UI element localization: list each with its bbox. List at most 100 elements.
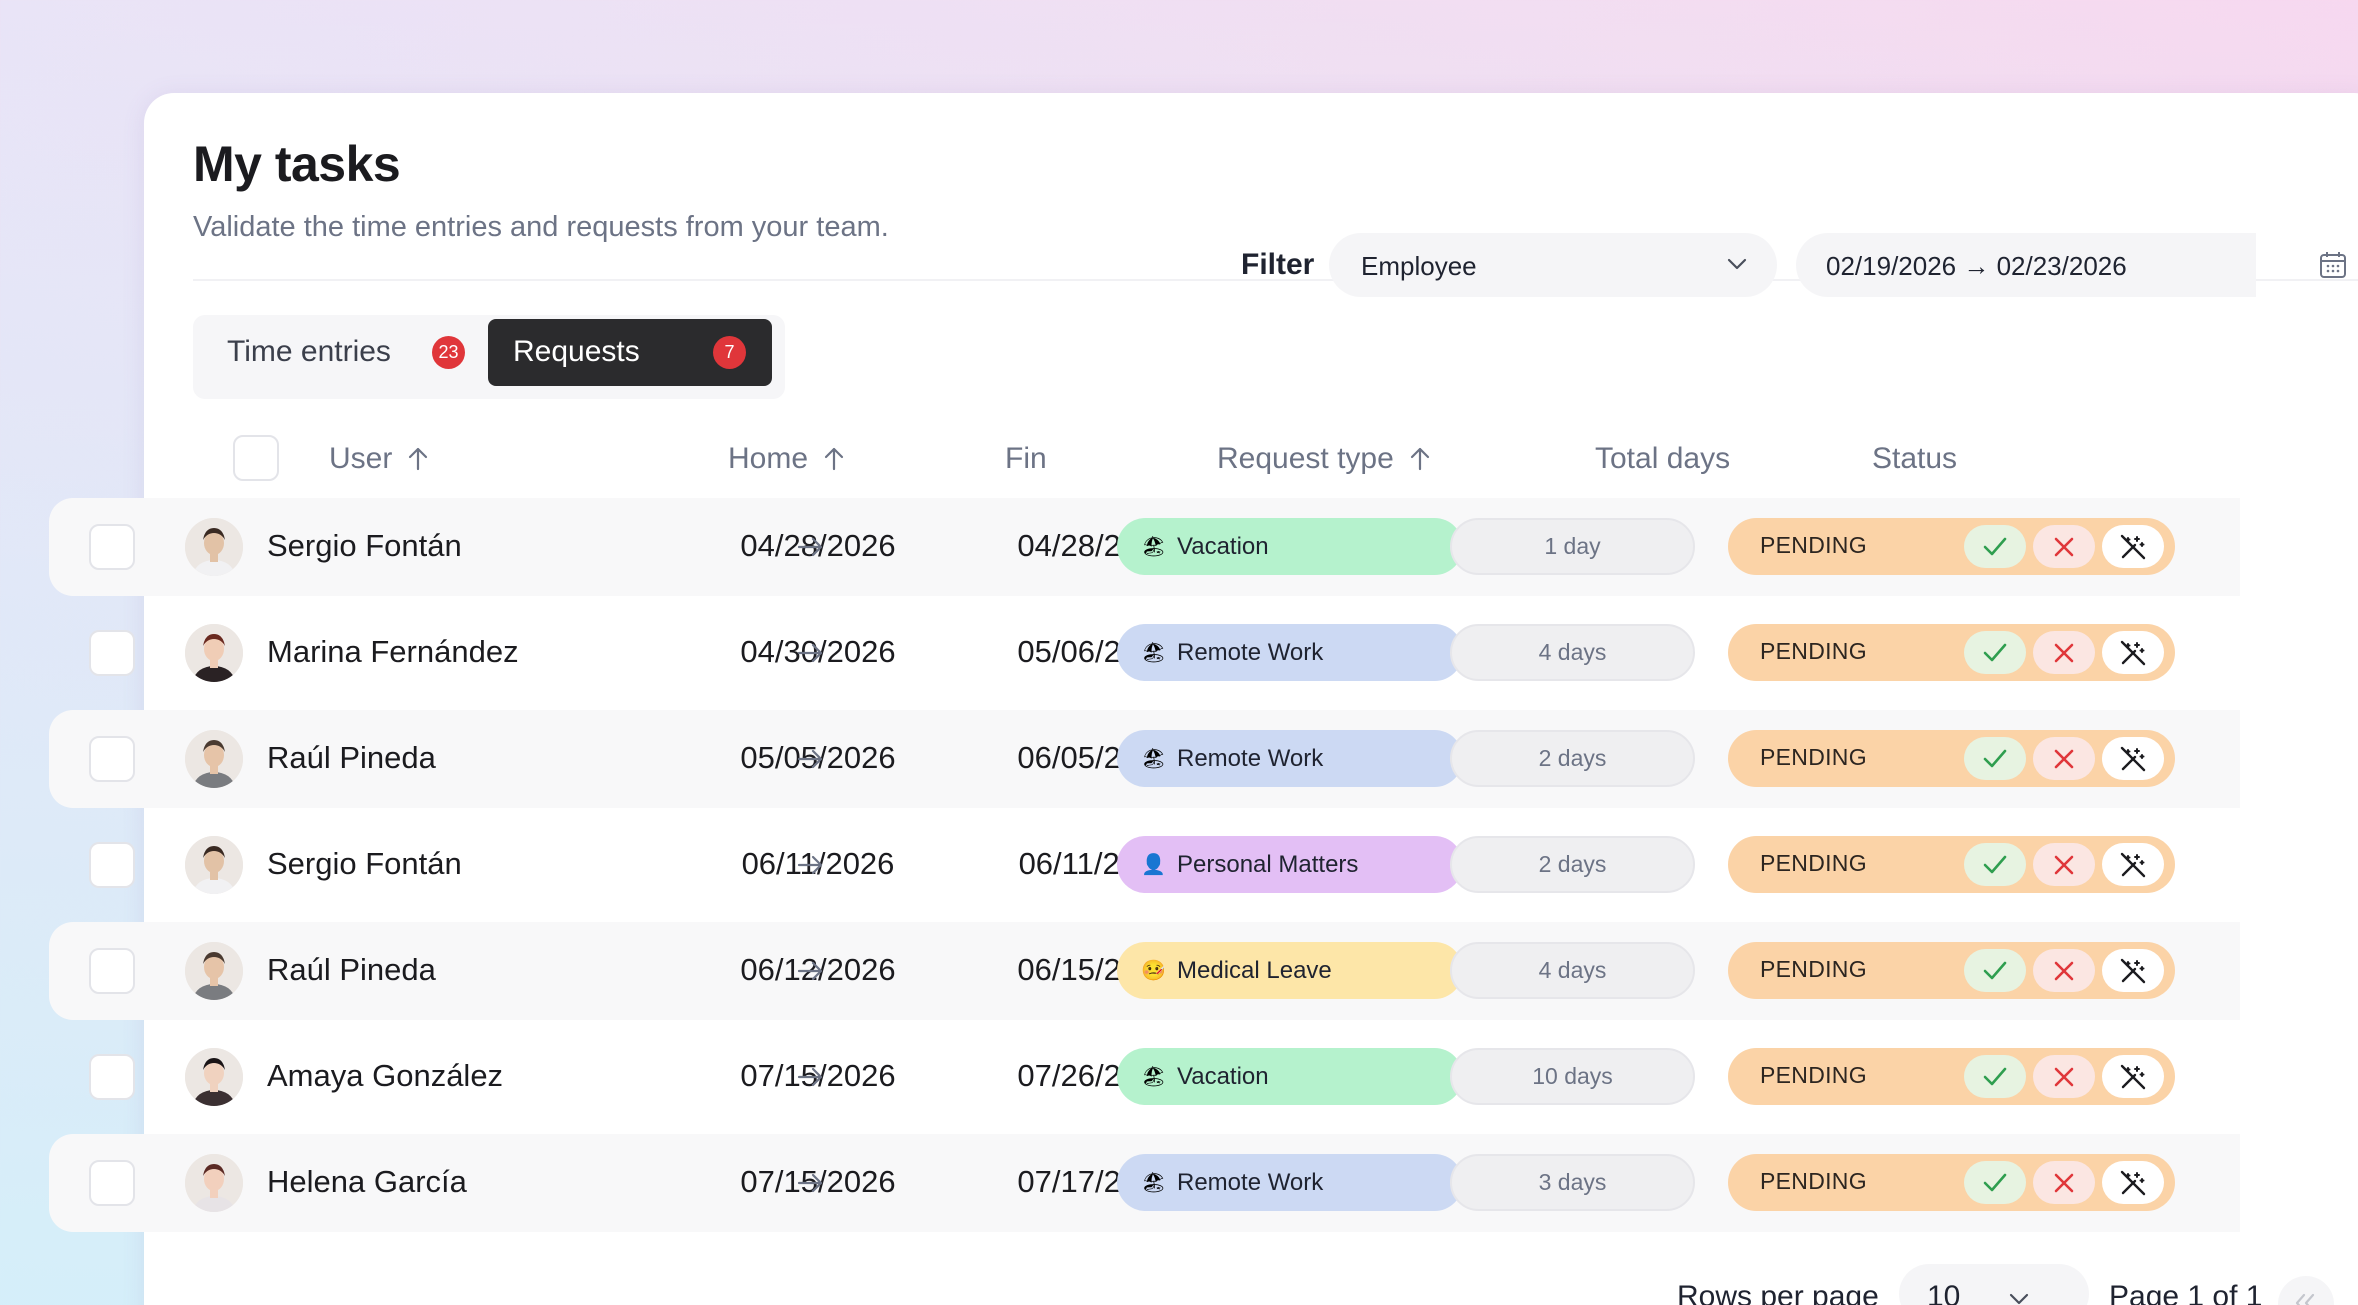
request-type-label: Personal Matters bbox=[1177, 850, 1359, 878]
table-row[interactable]: Marina Fernández 04/30/2026 05/06/2026 🏖 Rem… bbox=[49, 604, 2240, 702]
auto-approve-off-button[interactable] bbox=[2102, 949, 2164, 992]
row-checkbox[interactable] bbox=[89, 1054, 135, 1100]
check-icon bbox=[1983, 1067, 2007, 1086]
magic-wand-off-icon bbox=[2120, 852, 2146, 878]
check-icon bbox=[1983, 643, 2007, 662]
arrow-right-icon-wrap bbox=[795, 956, 825, 986]
request-type-icon: 🏖 bbox=[1141, 1066, 1167, 1088]
date-range-picker[interactable]: 02/19/2026 → 02/23/2026 bbox=[1796, 233, 2256, 297]
column-header-label: Request type bbox=[1217, 442, 1394, 475]
magic-wand-off-icon bbox=[2120, 746, 2146, 772]
status-badge: PENDING bbox=[1728, 730, 2175, 787]
table-row[interactable]: Sergio Fontán 04/28/2026 04/28/2026 🏖 Vacati… bbox=[49, 498, 2240, 596]
column-header-user[interactable]: User bbox=[329, 442, 430, 476]
status-badge: PENDING bbox=[1728, 624, 2175, 681]
arrow-right-icon bbox=[797, 537, 823, 557]
column-header-label: User bbox=[329, 442, 393, 475]
auto-approve-off-button[interactable] bbox=[2102, 1161, 2164, 1204]
column-header-end[interactable]: Fin bbox=[1005, 442, 1047, 476]
tab-label: Requests bbox=[513, 335, 640, 368]
rows-per-page-select[interactable]: 10 bbox=[1899, 1264, 2089, 1305]
request-type-icon: 🤒 bbox=[1141, 960, 1166, 982]
approve-button[interactable] bbox=[1964, 631, 2026, 674]
table-row[interactable]: Amaya González 07/15/2026 07/26/2026 🏖 Vacat… bbox=[49, 1028, 2240, 1126]
check-icon bbox=[1983, 855, 2007, 874]
row-checkbox[interactable] bbox=[89, 524, 135, 570]
total-days-pill: 2 days bbox=[1450, 836, 1695, 893]
row-checkbox[interactable] bbox=[89, 1160, 135, 1206]
auto-approve-off-button[interactable] bbox=[2102, 631, 2164, 674]
column-header-label: Total days bbox=[1595, 442, 1731, 475]
arrow-right-icon-wrap bbox=[795, 638, 825, 668]
arrow-right-icon bbox=[797, 961, 823, 981]
sort-up-icon bbox=[824, 447, 844, 471]
auto-approve-off-button[interactable] bbox=[2102, 525, 2164, 568]
close-icon bbox=[2054, 961, 2074, 981]
approve-button[interactable] bbox=[1964, 843, 2026, 886]
row-checkbox[interactable] bbox=[89, 736, 135, 782]
request-type-pill[interactable]: 🏖 Remote Work bbox=[1117, 624, 1463, 681]
select-all-checkbox[interactable] bbox=[233, 435, 279, 481]
status-text: PENDING bbox=[1760, 1168, 1867, 1194]
close-icon bbox=[2054, 1067, 2074, 1087]
table-row[interactable]: Helena García 07/15/2026 07/17/2026 🏖 Remote… bbox=[49, 1134, 2240, 1232]
reject-button[interactable] bbox=[2033, 737, 2095, 780]
row-checkbox[interactable] bbox=[89, 948, 135, 994]
request-type-label: Medical Leave bbox=[1177, 956, 1332, 984]
tab-time-entries[interactable]: Time entries 23 bbox=[197, 319, 477, 386]
close-icon bbox=[2054, 855, 2074, 875]
table-row[interactable]: Sergio Fontán 06/11/2026 06/11/2026 👤 Person… bbox=[49, 816, 2240, 914]
request-type-pill[interactable]: 🏖 Vacation bbox=[1117, 1048, 1463, 1105]
magic-wand-off-icon bbox=[2120, 1064, 2146, 1090]
request-type-pill[interactable]: 🏖 Vacation bbox=[1117, 518, 1463, 575]
employee-select[interactable]: Employee bbox=[1329, 233, 1777, 297]
reject-button[interactable] bbox=[2033, 631, 2095, 674]
column-header-start[interactable]: Home bbox=[728, 442, 846, 476]
approve-button[interactable] bbox=[1964, 1055, 2026, 1098]
user-name: Sergio Fontán bbox=[267, 846, 462, 881]
page-subtitle: Validate the time entries and requests f… bbox=[193, 211, 889, 243]
check-icon bbox=[1983, 537, 2007, 556]
column-header-label: Status bbox=[1872, 442, 1958, 475]
auto-approve-off-button[interactable] bbox=[2102, 737, 2164, 780]
arrow-right-icon-wrap bbox=[795, 1168, 825, 1198]
calendar-icon[interactable] bbox=[2318, 250, 2348, 280]
reject-button[interactable] bbox=[2033, 1055, 2095, 1098]
status-badge: PENDING bbox=[1728, 942, 2175, 999]
table-row[interactable]: Raúl Pineda 06/12/2026 06/15/2026 🤒 Medical … bbox=[49, 922, 2240, 1020]
column-header-total-days[interactable]: Total days bbox=[1595, 442, 1730, 476]
column-header-request-type[interactable]: Request type bbox=[1217, 442, 1432, 476]
tab-requests[interactable]: Requests 7 bbox=[488, 319, 772, 386]
user-name: Helena García bbox=[267, 1164, 467, 1199]
check-icon bbox=[1983, 1173, 2007, 1192]
page-title: My tasks bbox=[193, 136, 401, 192]
request-type-label: Remote Work bbox=[1177, 638, 1324, 666]
auto-approve-off-button[interactable] bbox=[2102, 1055, 2164, 1098]
chevron-down-icon bbox=[2009, 1293, 2029, 1305]
table-row[interactable]: Raúl Pineda 05/05/2026 06/05/2026 🏖 Remote W… bbox=[49, 710, 2240, 808]
status-text: PENDING bbox=[1760, 638, 1867, 664]
row-checkbox[interactable] bbox=[89, 630, 135, 676]
reject-button[interactable] bbox=[2033, 949, 2095, 992]
row-checkbox[interactable] bbox=[89, 842, 135, 888]
request-type-pill[interactable]: 🏖 Remote Work bbox=[1117, 730, 1463, 787]
reject-button[interactable] bbox=[2033, 525, 2095, 568]
employee-select-value: Employee bbox=[1361, 251, 1477, 281]
total-days-pill: 4 days bbox=[1450, 942, 1695, 999]
request-type-pill[interactable]: 🏖 Remote Work bbox=[1117, 1154, 1463, 1211]
approve-button[interactable] bbox=[1964, 737, 2026, 780]
arrow-right-icon bbox=[797, 1067, 823, 1087]
approve-button[interactable] bbox=[1964, 525, 2026, 568]
tab-label: Time entries bbox=[227, 335, 391, 368]
request-type-pill[interactable]: 👤 Personal Matters bbox=[1117, 836, 1463, 893]
reject-button[interactable] bbox=[2033, 1161, 2095, 1204]
total-days-pill: 3 days bbox=[1450, 1154, 1695, 1211]
column-header-status[interactable]: Status bbox=[1872, 442, 1957, 476]
auto-approve-off-button[interactable] bbox=[2102, 843, 2164, 886]
reject-button[interactable] bbox=[2033, 843, 2095, 886]
status-badge: PENDING bbox=[1728, 836, 2175, 893]
arrow-right-icon bbox=[797, 855, 823, 875]
approve-button[interactable] bbox=[1964, 1161, 2026, 1204]
approve-button[interactable] bbox=[1964, 949, 2026, 992]
request-type-pill[interactable]: 🤒 Medical Leave bbox=[1117, 942, 1463, 999]
